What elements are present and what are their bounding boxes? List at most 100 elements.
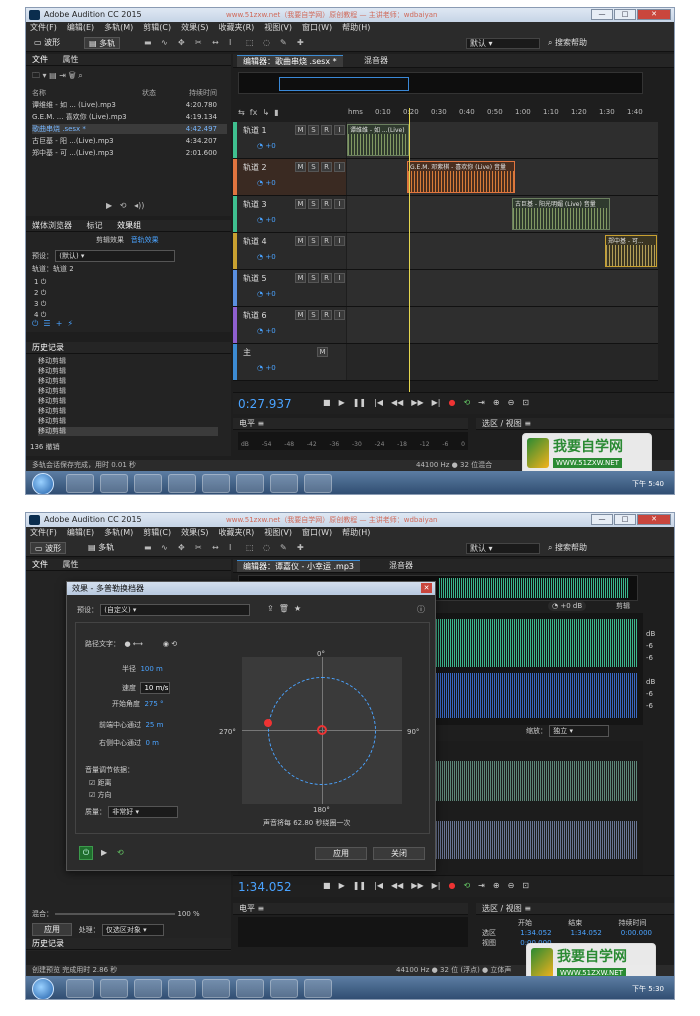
selection-end[interactable]: 1:34.052 <box>570 928 618 938</box>
explorer-task-icon[interactable] <box>66 474 94 493</box>
solo-button[interactable]: S <box>308 162 319 172</box>
track-volume[interactable]: ◔ +0 <box>257 290 276 298</box>
save-preset-icon[interactable]: ⇪ <box>267 604 274 613</box>
favorite-star-icon[interactable]: ★ <box>294 604 301 613</box>
rewind-icon[interactable]: ◀◀ <box>391 881 403 890</box>
file-row[interactable]: G.E.M. ... 喜欢你 (Live).mp3 4:19.134 <box>32 112 227 122</box>
menu-favorites[interactable]: 收藏夹(R) <box>218 22 254 34</box>
app-task-icon[interactable] <box>134 474 162 493</box>
delete-icon[interactable]: 🗑 <box>68 71 75 80</box>
apply-button[interactable]: 应用 <box>315 847 367 860</box>
right-pass-value[interactable]: 0 m <box>145 739 159 747</box>
source-marker[interactable] <box>264 719 272 727</box>
input-monitor-button[interactable]: I <box>334 236 345 246</box>
time-select-icon[interactable]: I <box>229 543 239 552</box>
play-icon[interactable]: ▶ <box>339 398 345 407</box>
start-button[interactable] <box>32 978 54 999</box>
sends-icon[interactable]: ↳ <box>262 108 269 117</box>
tool-task-icon[interactable] <box>304 979 332 998</box>
tab-markers[interactable]: 标记 <box>87 220 103 232</box>
rewind-icon[interactable]: ◀◀ <box>391 398 403 407</box>
fx-slot[interactable]: 2 ⏻ <box>34 288 46 299</box>
audio-clip-selected[interactable]: G.E.M. 邓紫棋 - 喜欢你 (Live) 音量 <box>407 161 515 193</box>
col-status[interactable]: 状态 <box>142 88 156 98</box>
track-volume[interactable]: ◔ +0 <box>257 364 276 372</box>
track-name[interactable]: 轨道 5 <box>243 273 267 284</box>
go-to-start-icon[interactable]: |◀ <box>374 881 383 890</box>
session-overview[interactable] <box>238 72 643 94</box>
solo-button[interactable]: S <box>308 236 319 246</box>
pause-icon[interactable]: ❚❚ <box>353 398 366 407</box>
razor-tool-icon[interactable]: ✂ <box>195 38 205 47</box>
track-volume[interactable]: ◔ +0 <box>257 253 276 261</box>
history-item[interactable]: 移动剪辑 <box>38 387 218 396</box>
zoom-out-icon[interactable]: ⊖ <box>508 881 515 890</box>
audio-clip[interactable]: 古巨基 - 阳光明媚 (Live) 音量 <box>512 198 610 230</box>
radius-value[interactable]: 100 m <box>140 665 162 673</box>
import-icon[interactable]: ▾ <box>43 71 47 80</box>
track-volume[interactable]: ◔ +0 <box>257 327 276 335</box>
search-help[interactable]: ⌕ 搜索帮助 <box>548 542 587 553</box>
track-lane[interactable]: 古巨基 - 阳光明媚 (Live) 音量 <box>347 196 658 232</box>
menu-clip[interactable]: 剪辑(C) <box>143 527 171 539</box>
direction-checkbox[interactable]: ☑ 方向 <box>89 790 112 800</box>
media-task-icon[interactable] <box>168 474 196 493</box>
zoom-in-icon[interactable]: ⊕ <box>493 881 500 890</box>
power-icon[interactable]: ⏻ <box>32 319 38 328</box>
preset-select[interactable]: (默认) ▾ <box>55 250 176 262</box>
audition-task-icon[interactable] <box>270 474 298 493</box>
mute-button[interactable]: M <box>295 273 306 283</box>
lasso-icon[interactable]: ◌ <box>263 38 273 47</box>
record-arm-button[interactable]: R <box>321 236 332 246</box>
audition-task-icon[interactable] <box>270 979 298 998</box>
minimize-button[interactable]: — <box>591 514 613 525</box>
preview-play-icon[interactable]: ▶ <box>101 848 107 857</box>
mix-slider[interactable] <box>55 913 176 915</box>
workspace-select[interactable]: 默认 ▾ <box>466 543 540 554</box>
pitch-icon[interactable]: ∿ <box>161 543 171 552</box>
menu-file[interactable]: 文件(F) <box>30 22 57 34</box>
input-monitor-button[interactable]: I <box>334 199 345 209</box>
record-arm-button[interactable]: R <box>321 199 332 209</box>
mute-button[interactable]: M <box>295 199 306 209</box>
playhead[interactable] <box>409 108 410 394</box>
fx-slot[interactable]: 3 ⏻ <box>34 299 46 310</box>
input-monitor-button[interactable]: I <box>334 125 345 135</box>
angle-value[interactable]: 275 ° <box>144 700 163 708</box>
loop-icon[interactable]: ⟲ <box>120 201 127 210</box>
pause-icon[interactable]: ❚❚ <box>353 881 366 890</box>
play-icon[interactable]: ▶ <box>339 881 345 890</box>
audio-clip[interactable]: 谭维维 - 如 ...(Live) <box>347 124 409 156</box>
workspace-select[interactable]: 默认 ▾ <box>466 38 540 49</box>
list-icon[interactable]: ☰ <box>43 319 50 328</box>
spectral-icon[interactable]: ▬ <box>144 38 154 47</box>
track-name[interactable]: 轨道 3 <box>243 199 267 210</box>
razor-tool-icon[interactable]: ✂ <box>195 543 205 552</box>
menu-clip[interactable]: 剪辑(C) <box>143 22 171 34</box>
solo-button[interactable]: S <box>308 199 319 209</box>
word-task-icon[interactable] <box>236 474 264 493</box>
ie-task-icon[interactable] <box>202 979 230 998</box>
minimize-button[interactable]: — <box>591 9 613 20</box>
stop-icon[interactable]: ■ <box>323 398 331 407</box>
media-task-icon[interactable] <box>168 979 196 998</box>
delete-preset-icon[interactable]: 🗑 <box>279 604 289 613</box>
record-icon[interactable]: ● <box>448 398 455 407</box>
history-item[interactable]: 移动剪辑 <box>38 377 218 386</box>
word-task-icon[interactable] <box>236 979 264 998</box>
lasso-icon[interactable]: ◌ <box>263 543 273 552</box>
insert-fx-icon[interactable]: + <box>56 319 63 328</box>
record-arm-button[interactable]: R <box>321 310 332 320</box>
search-help[interactable]: ⌕ 搜索帮助 <box>548 37 587 48</box>
tab-mixer[interactable]: 混音器 <box>383 560 419 572</box>
doppler-path-graph[interactable] <box>242 657 402 804</box>
fast-forward-icon[interactable]: ▶▶ <box>411 398 423 407</box>
zoom-fit-icon[interactable]: ⊡ <box>522 398 529 407</box>
multitrack-mode-button[interactable]: ▤ 多轨 <box>84 37 121 49</box>
tab-history[interactable]: 历史记录 <box>32 342 64 354</box>
file-row[interactable]: 郑中基 - 可 ...(Live).mp3 2:01.600 <box>32 148 227 158</box>
time-select-icon[interactable]: I <box>229 38 239 47</box>
solo-button[interactable]: S <box>308 273 319 283</box>
skip-icon[interactable]: ⇥ <box>478 398 485 407</box>
move-tool-icon[interactable]: ✥ <box>178 543 188 552</box>
